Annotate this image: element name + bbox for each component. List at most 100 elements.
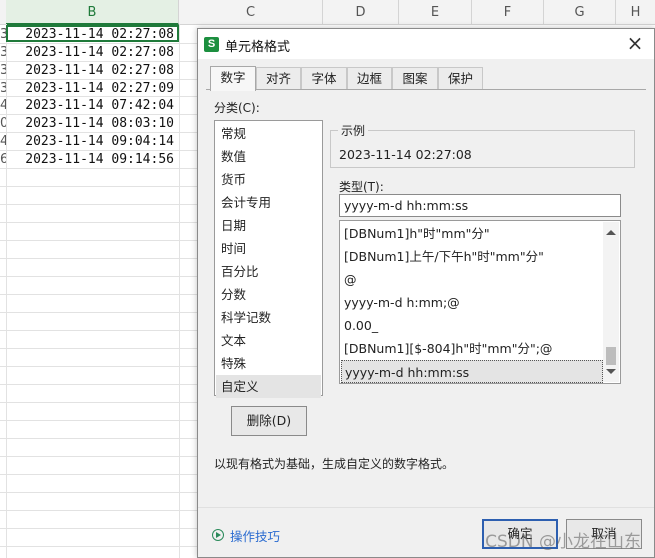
- category-item[interactable]: 文本: [216, 329, 321, 352]
- grid-line: [0, 492, 210, 493]
- grid-line: [0, 43, 210, 44]
- delete-button[interactable]: 删除(D): [231, 406, 307, 436]
- custom-format-description: 以现有格式为基础，生成自定义的数字格式。: [214, 457, 455, 471]
- column-header-bar: B C D E F G H: [0, 0, 655, 25]
- format-item[interactable]: [DBNum1][$-804]h"时"mm"分";@: [341, 337, 603, 360]
- category-item[interactable]: 常规: [216, 122, 321, 145]
- date-cell[interactable]: 2023-11-14 09:14:56: [8, 151, 178, 169]
- column-header-h[interactable]: H: [616, 0, 655, 24]
- grid-line: [0, 348, 210, 349]
- format-item[interactable]: @: [341, 268, 603, 291]
- tips-link[interactable]: 操作技巧: [230, 526, 280, 545]
- grid-line: [0, 438, 210, 439]
- category-item[interactable]: 数值: [216, 145, 321, 168]
- category-label: 分类(C):: [214, 101, 260, 115]
- row-number[interactable]: 4: [0, 97, 6, 115]
- column-header-d[interactable]: D: [323, 0, 399, 24]
- grid-line: [0, 528, 210, 529]
- grid-line: [0, 240, 210, 241]
- category-list[interactable]: 常规 数值 货币 会计专用 日期 时间 百分比 分数 科学记数 文本 特殊 自定…: [214, 120, 323, 398]
- sheet-row: 4 2023-11-14 09:04:14: [0, 133, 200, 151]
- row-number[interactable]: 6: [0, 151, 6, 169]
- type-label: 类型(T):: [339, 180, 384, 194]
- tab-number[interactable]: 数字: [210, 66, 256, 91]
- tab-protection[interactable]: 保护: [438, 67, 483, 90]
- grid-line: [0, 168, 210, 169]
- sample-value: 2023-11-14 02:27:08: [339, 147, 472, 162]
- column-header-f[interactable]: F: [472, 0, 544, 24]
- category-item[interactable]: 特殊: [216, 352, 321, 375]
- format-item[interactable]: 0.00_: [341, 314, 603, 337]
- grid-line: [0, 546, 210, 547]
- grid-line: [0, 312, 210, 313]
- scroll-thumb[interactable]: [606, 347, 616, 365]
- category-item[interactable]: 分数: [216, 283, 321, 306]
- tab-font[interactable]: 字体: [301, 67, 347, 90]
- format-list-scrollbar[interactable]: [603, 222, 619, 382]
- category-item-custom-selected[interactable]: 自定义: [216, 375, 321, 398]
- category-item[interactable]: 百分比: [216, 260, 321, 283]
- play-circle-icon[interactable]: [212, 529, 224, 541]
- grid-line: [0, 114, 210, 115]
- format-item[interactable]: [DBNum1]h"时"mm"分": [341, 222, 603, 245]
- column-header-c[interactable]: C: [179, 0, 323, 24]
- grid-line: [0, 96, 210, 97]
- row-number[interactable]: 3: [0, 62, 6, 80]
- format-item[interactable]: yyyy-m-d h:mm;@: [341, 291, 603, 314]
- date-cell[interactable]: 2023-11-14 07:42:04: [8, 97, 178, 115]
- row-number[interactable]: 0: [0, 115, 6, 133]
- grid-line: [0, 258, 210, 259]
- column-header-g[interactable]: G: [544, 0, 616, 24]
- dialog-title-bar[interactable]: S 单元格格式 ×: [198, 29, 654, 59]
- date-cell[interactable]: 2023-11-14 02:27:08: [8, 62, 178, 80]
- category-item[interactable]: 科学记数: [216, 306, 321, 329]
- tab-border[interactable]: 边框: [347, 67, 392, 90]
- date-cell[interactable]: 2023-11-14 08:03:10: [8, 115, 178, 133]
- date-cell[interactable]: 2023-11-14 02:27:08: [8, 44, 178, 62]
- grid-line: [0, 420, 210, 421]
- sheet-row: 6 2023-11-14 09:14:56: [0, 151, 200, 169]
- grid-line: [0, 366, 210, 367]
- tab-alignment[interactable]: 对齐: [256, 67, 301, 90]
- grid-line: [0, 384, 210, 385]
- scroll-up-icon[interactable]: [606, 230, 616, 235]
- grid-line: [0, 222, 210, 223]
- active-cell-border: [6, 25, 179, 42]
- footer-divider: [198, 507, 654, 508]
- grid-line: [0, 132, 210, 133]
- format-cells-dialog: S 单元格格式 × 数字 对齐 字体 边框 图案 保护 分类(C): 常规 数值…: [197, 28, 655, 558]
- format-item-selected[interactable]: yyyy-m-d hh:mm:ss: [341, 360, 603, 383]
- category-item[interactable]: 日期: [216, 214, 321, 237]
- grid-line: [0, 61, 210, 62]
- category-item[interactable]: 时间: [216, 237, 321, 260]
- category-item[interactable]: 会计专用: [216, 191, 321, 214]
- sheet-row: 3 2023-11-14 02:27:08: [0, 44, 200, 62]
- row-number[interactable]: 3: [0, 44, 6, 62]
- sheet-row: 0 2023-11-14 08:03:10: [0, 115, 200, 133]
- sheet-row: 4 2023-11-14 07:42:04: [0, 97, 200, 115]
- sample-title: 示例: [338, 122, 369, 139]
- grid-line: [0, 79, 210, 80]
- type-input[interactable]: yyyy-m-d hh:mm:ss: [339, 194, 621, 217]
- grid-line: [0, 456, 210, 457]
- scroll-down-icon[interactable]: [606, 369, 616, 374]
- grid-line: [0, 330, 210, 331]
- grid-line: [0, 474, 210, 475]
- tab-pattern[interactable]: 图案: [392, 67, 438, 90]
- grid-line: [0, 276, 210, 277]
- wps-spreadsheet-icon: S: [204, 37, 219, 52]
- grid-line: [0, 510, 210, 511]
- row-number[interactable]: 4: [0, 133, 6, 151]
- column-header-b[interactable]: B: [6, 0, 179, 25]
- grid-line: [0, 204, 210, 205]
- column-header-e[interactable]: E: [399, 0, 472, 24]
- grid-line: [0, 294, 210, 295]
- grid-line: [0, 150, 210, 151]
- dialog-title: 单元格格式: [225, 40, 291, 55]
- watermark: CSDN @小龙在山东: [485, 532, 641, 552]
- close-icon[interactable]: ×: [624, 33, 646, 55]
- category-item[interactable]: 货币: [216, 168, 321, 191]
- format-item[interactable]: [DBNum1]上午/下午h"时"mm"分": [341, 245, 603, 268]
- date-cell[interactable]: 2023-11-14 09:04:14: [8, 133, 178, 151]
- format-list[interactable]: [DBNum1]h"时"mm"分" [DBNum1]上午/下午h"时"mm"分"…: [339, 220, 621, 384]
